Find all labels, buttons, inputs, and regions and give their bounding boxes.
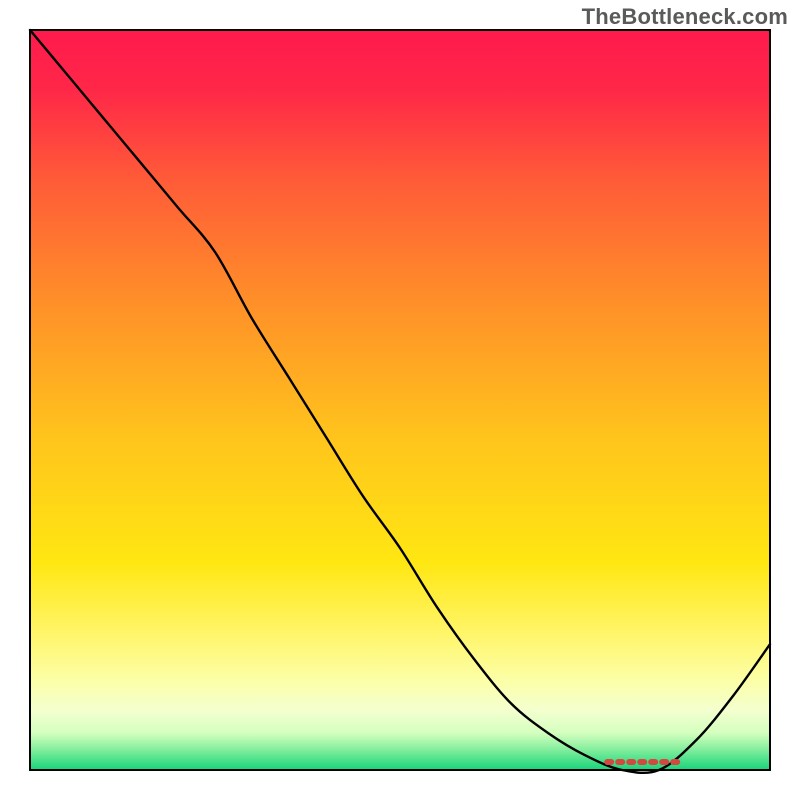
bottleneck-chart — [0, 0, 800, 800]
chart-stage: TheBottleneck.com — [0, 0, 800, 800]
plot-area — [30, 30, 770, 770]
watermark-text: TheBottleneck.com — [582, 4, 788, 30]
